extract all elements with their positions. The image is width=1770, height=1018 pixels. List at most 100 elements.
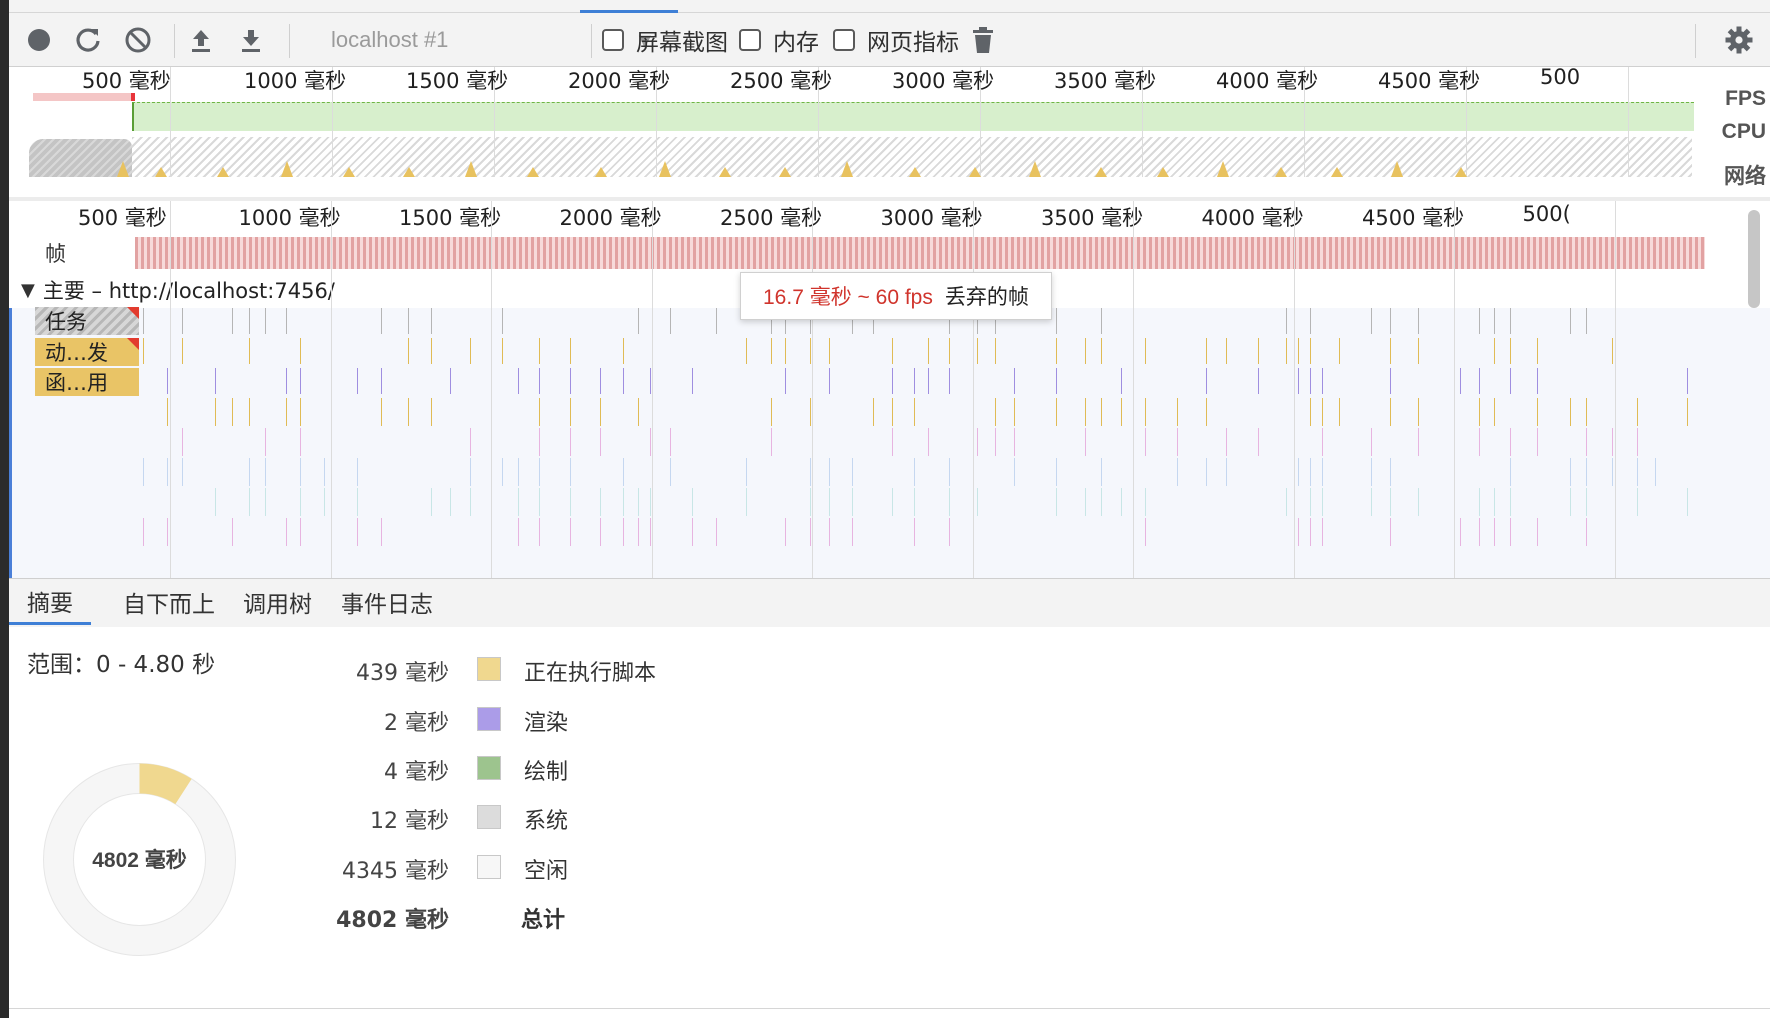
save-profile-button[interactable] <box>231 20 271 60</box>
event-tick[interactable] <box>1298 518 1299 546</box>
event-tick[interactable] <box>1286 308 1287 334</box>
event-tick[interactable] <box>716 308 717 334</box>
event-tick[interactable] <box>518 488 519 516</box>
function-call-event[interactable]: 函…用 <box>35 368 139 396</box>
event-tick[interactable] <box>829 338 830 364</box>
event-tick[interactable] <box>265 308 266 334</box>
event-tick[interactable] <box>182 308 183 334</box>
event-tick[interactable] <box>638 308 639 334</box>
event-tick[interactable] <box>892 398 893 426</box>
event-tick[interactable] <box>1310 488 1311 516</box>
event-tick[interactable] <box>1371 458 1372 486</box>
event-tick[interactable] <box>300 458 301 486</box>
event-tick[interactable] <box>928 368 929 394</box>
event-tick[interactable] <box>470 458 471 486</box>
event-tick[interactable] <box>167 368 168 394</box>
event-tick[interactable] <box>949 458 950 486</box>
event-tick[interactable] <box>995 428 996 456</box>
event-tick[interactable] <box>431 398 432 426</box>
event-tick[interactable] <box>1085 428 1086 456</box>
event-tick[interactable] <box>1145 428 1146 456</box>
event-tick[interactable] <box>810 458 811 486</box>
event-tick[interactable] <box>1056 398 1057 426</box>
event-tick[interactable] <box>570 398 571 426</box>
event-tick[interactable] <box>249 308 250 334</box>
event-tick[interactable] <box>182 458 183 486</box>
event-tick[interactable] <box>408 398 409 426</box>
event-tick[interactable] <box>381 518 382 546</box>
event-tick[interactable] <box>381 308 382 334</box>
event-tick[interactable] <box>408 308 409 334</box>
event-tick[interactable] <box>357 368 358 394</box>
event-tick[interactable] <box>1101 488 1102 516</box>
event-tick[interactable] <box>1479 368 1480 394</box>
event-tick[interactable] <box>1637 458 1638 486</box>
event-tick[interactable] <box>1494 338 1495 364</box>
event-tick[interactable] <box>539 368 540 394</box>
task-event[interactable]: 任务 <box>35 307 139 335</box>
event-tick[interactable] <box>1177 458 1178 486</box>
event-tick[interactable] <box>215 368 216 394</box>
event-tick[interactable] <box>450 488 451 516</box>
event-tick[interactable] <box>1145 518 1146 546</box>
event-tick[interactable] <box>1537 518 1538 546</box>
event-tick[interactable] <box>408 338 409 364</box>
expand-triangle-icon[interactable]: ▼ <box>21 280 35 301</box>
event-tick[interactable] <box>1418 488 1419 516</box>
event-tick[interactable] <box>829 518 830 546</box>
checkbox-box[interactable] <box>833 29 855 51</box>
event-tick[interactable] <box>1612 428 1613 456</box>
event-tick[interactable] <box>716 518 717 546</box>
event-tick[interactable] <box>1056 368 1057 394</box>
event-tick[interactable] <box>1479 398 1480 426</box>
event-tick[interactable] <box>300 488 301 516</box>
event-tick[interactable] <box>1586 518 1587 546</box>
event-tick[interactable] <box>570 518 571 546</box>
event-tick[interactable] <box>914 458 915 486</box>
event-tick[interactable] <box>623 488 624 516</box>
event-tick[interactable] <box>1056 458 1057 486</box>
event-tick[interactable] <box>771 338 772 364</box>
event-tick[interactable] <box>1390 368 1391 394</box>
web-vitals-checkbox[interactable]: 网页指标 <box>833 24 959 56</box>
event-tick[interactable] <box>539 398 540 426</box>
event-tick[interactable] <box>949 338 950 364</box>
event-tick[interactable] <box>600 518 601 546</box>
flame-scrollbar[interactable] <box>1748 210 1760 308</box>
event-tick[interactable] <box>1494 518 1495 546</box>
event-tick[interactable] <box>1460 368 1461 394</box>
event-tick[interactable] <box>852 518 853 546</box>
event-tick[interactable] <box>286 398 287 426</box>
memory-checkbox[interactable]: 内存 <box>739 24 819 56</box>
event-tick[interactable] <box>1206 458 1207 486</box>
event-tick[interactable] <box>1310 458 1311 486</box>
event-tick[interactable] <box>1494 308 1495 334</box>
event-tick[interactable] <box>692 368 693 394</box>
event-tick[interactable] <box>771 428 772 456</box>
event-tick[interactable] <box>1101 338 1102 364</box>
event-tick[interactable] <box>977 428 978 456</box>
event-tick[interactable] <box>1570 458 1571 486</box>
event-tick[interactable] <box>914 398 915 426</box>
event-tick[interactable] <box>265 458 266 486</box>
event-tick[interactable] <box>143 458 144 486</box>
event-tick[interactable] <box>1586 428 1587 456</box>
event-tick[interactable] <box>1637 398 1638 426</box>
record-button[interactable] <box>19 20 59 60</box>
event-tick[interactable] <box>249 458 250 486</box>
tab-summary[interactable]: 摘要 <box>9 579 91 625</box>
event-tick[interactable] <box>470 338 471 364</box>
event-tick[interactable] <box>1371 428 1372 456</box>
event-tick[interactable] <box>286 368 287 394</box>
event-tick[interactable] <box>771 398 772 426</box>
tab-call-tree[interactable]: 调用树 <box>225 579 330 625</box>
event-tick[interactable] <box>182 338 183 364</box>
event-tick[interactable] <box>1510 368 1511 394</box>
event-tick[interactable] <box>1418 338 1419 364</box>
event-tick[interactable] <box>670 308 671 334</box>
event-tick[interactable] <box>1479 308 1480 334</box>
event-tick[interactable] <box>518 368 519 394</box>
event-tick[interactable] <box>1687 488 1688 516</box>
event-tick[interactable] <box>623 458 624 486</box>
event-tick[interactable] <box>182 428 183 456</box>
